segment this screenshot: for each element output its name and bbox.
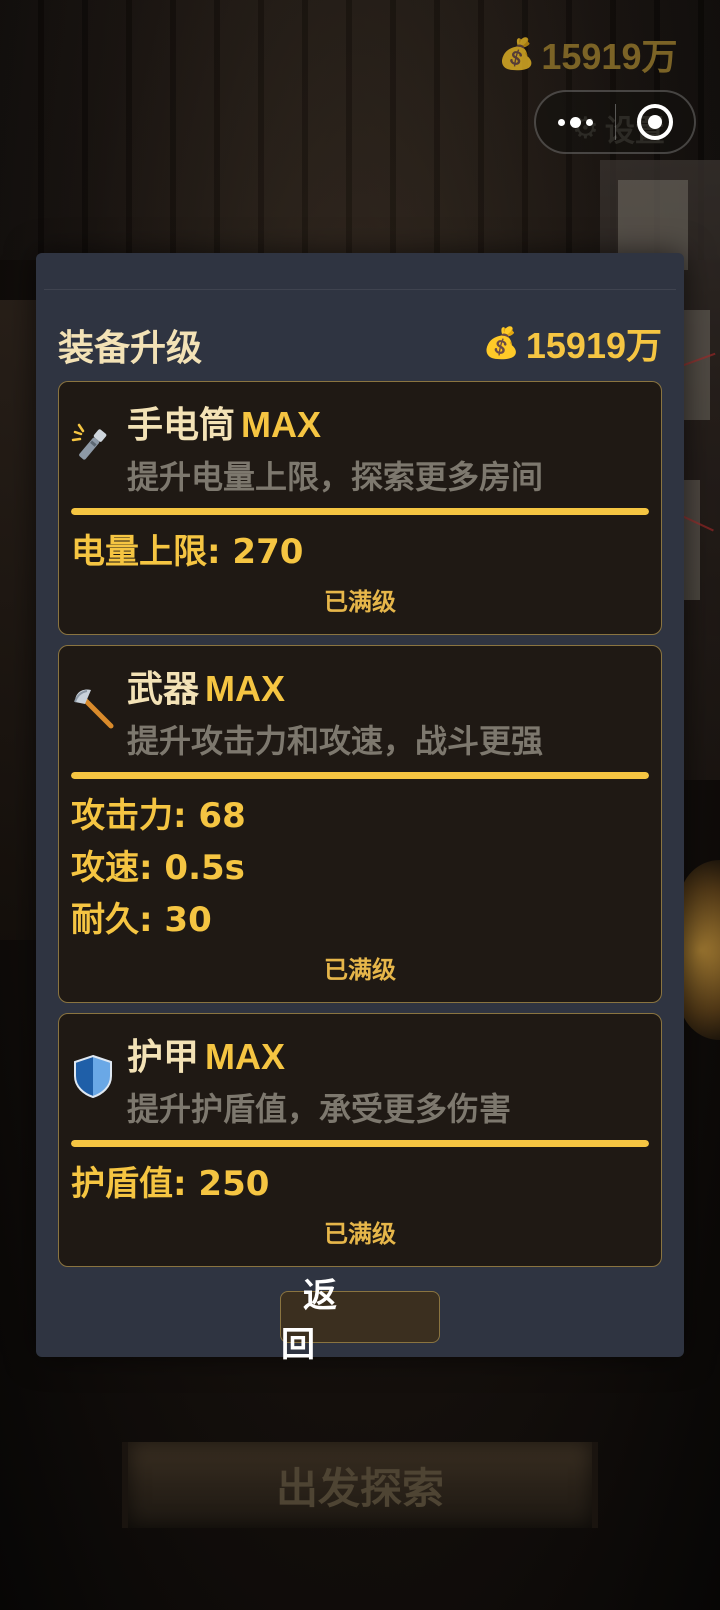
equipment-description: 提升攻击力和攻速，战斗更强 <box>127 722 544 760</box>
equipment-stat: 耐久: 30 <box>71 900 212 940</box>
axe-icon <box>74 689 114 729</box>
maxed-status: 已满级 <box>324 1220 396 1248</box>
tiffany-lamp <box>680 860 720 1040</box>
upgrade-modal: 装备升级 💰 15919万 手电筒 MAX 提升电量上限，探索更多房间 电量上限:… <box>36 253 684 1365</box>
level-progress-bar <box>71 508 649 515</box>
level-progress-bar <box>71 772 649 779</box>
equipment-card-flashlight: 手电筒 MAX 提升电量上限，探索更多房间 电量上限: 270 已满级 <box>58 381 662 635</box>
equipment-name: 手电筒 MAX <box>127 404 322 446</box>
equipment-stat: 电量上限: 270 <box>71 532 304 572</box>
hud-money: 💰 15919万 <box>498 28 677 80</box>
progress-fill <box>71 772 649 779</box>
more-dots-icon <box>569 116 581 128</box>
money-bag-icon: 💰 <box>482 326 520 360</box>
modal-title: 装备升级 <box>58 328 203 369</box>
equipment-stat: 护盾值: 250 <box>71 1164 270 1204</box>
more-dots-icon <box>585 118 593 126</box>
equipment-description: 提升电量上限，探索更多房间 <box>127 458 544 496</box>
close-miniprogram-button[interactable] <box>616 92 695 152</box>
equipment-card-armor: 护甲 MAX 提升护盾值，承受更多伤害 护盾值: 250 已满级 <box>58 1013 662 1267</box>
progress-fill <box>71 1140 649 1147</box>
explore-button[interactable]: 出发探索 <box>122 1442 598 1528</box>
modal-money: 💰 15919万 <box>483 317 662 369</box>
back-button[interactable]: 返 回 <box>280 1276 440 1365</box>
equipment-description: 提升护盾值，承受更多伤害 <box>127 1090 512 1128</box>
target-close-icon <box>636 104 673 140</box>
equipment-card-weapon: 武器 MAX 提升攻击力和攻速，战斗更强 攻击力: 68 攻速: 0.5s 耐久:… <box>58 645 662 1003</box>
equipment-name: 武器 MAX <box>127 668 286 710</box>
equipment-name: 护甲 MAX <box>127 1036 286 1078</box>
equipment-stat: 攻击力: 68 <box>71 796 246 836</box>
miniprogram-capsule <box>534 90 696 154</box>
maxed-status: 已满级 <box>324 588 396 616</box>
shield-icon <box>74 1054 112 1099</box>
modal-divider <box>44 289 676 290</box>
money-bag-icon: 💰 <box>498 37 536 71</box>
progress-fill <box>71 508 649 515</box>
maxed-status: 已满级 <box>324 956 396 984</box>
more-dots-icon <box>557 118 565 126</box>
hud-money-value: 15919万 <box>541 36 678 77</box>
flashlight-icon <box>71 423 107 460</box>
shelf <box>0 300 40 940</box>
more-menu-button[interactable] <box>536 92 615 152</box>
level-progress-bar <box>71 1140 649 1147</box>
modal-money-value: 15919万 <box>525 325 662 366</box>
equipment-stat: 攻速: 0.5s <box>71 848 245 888</box>
